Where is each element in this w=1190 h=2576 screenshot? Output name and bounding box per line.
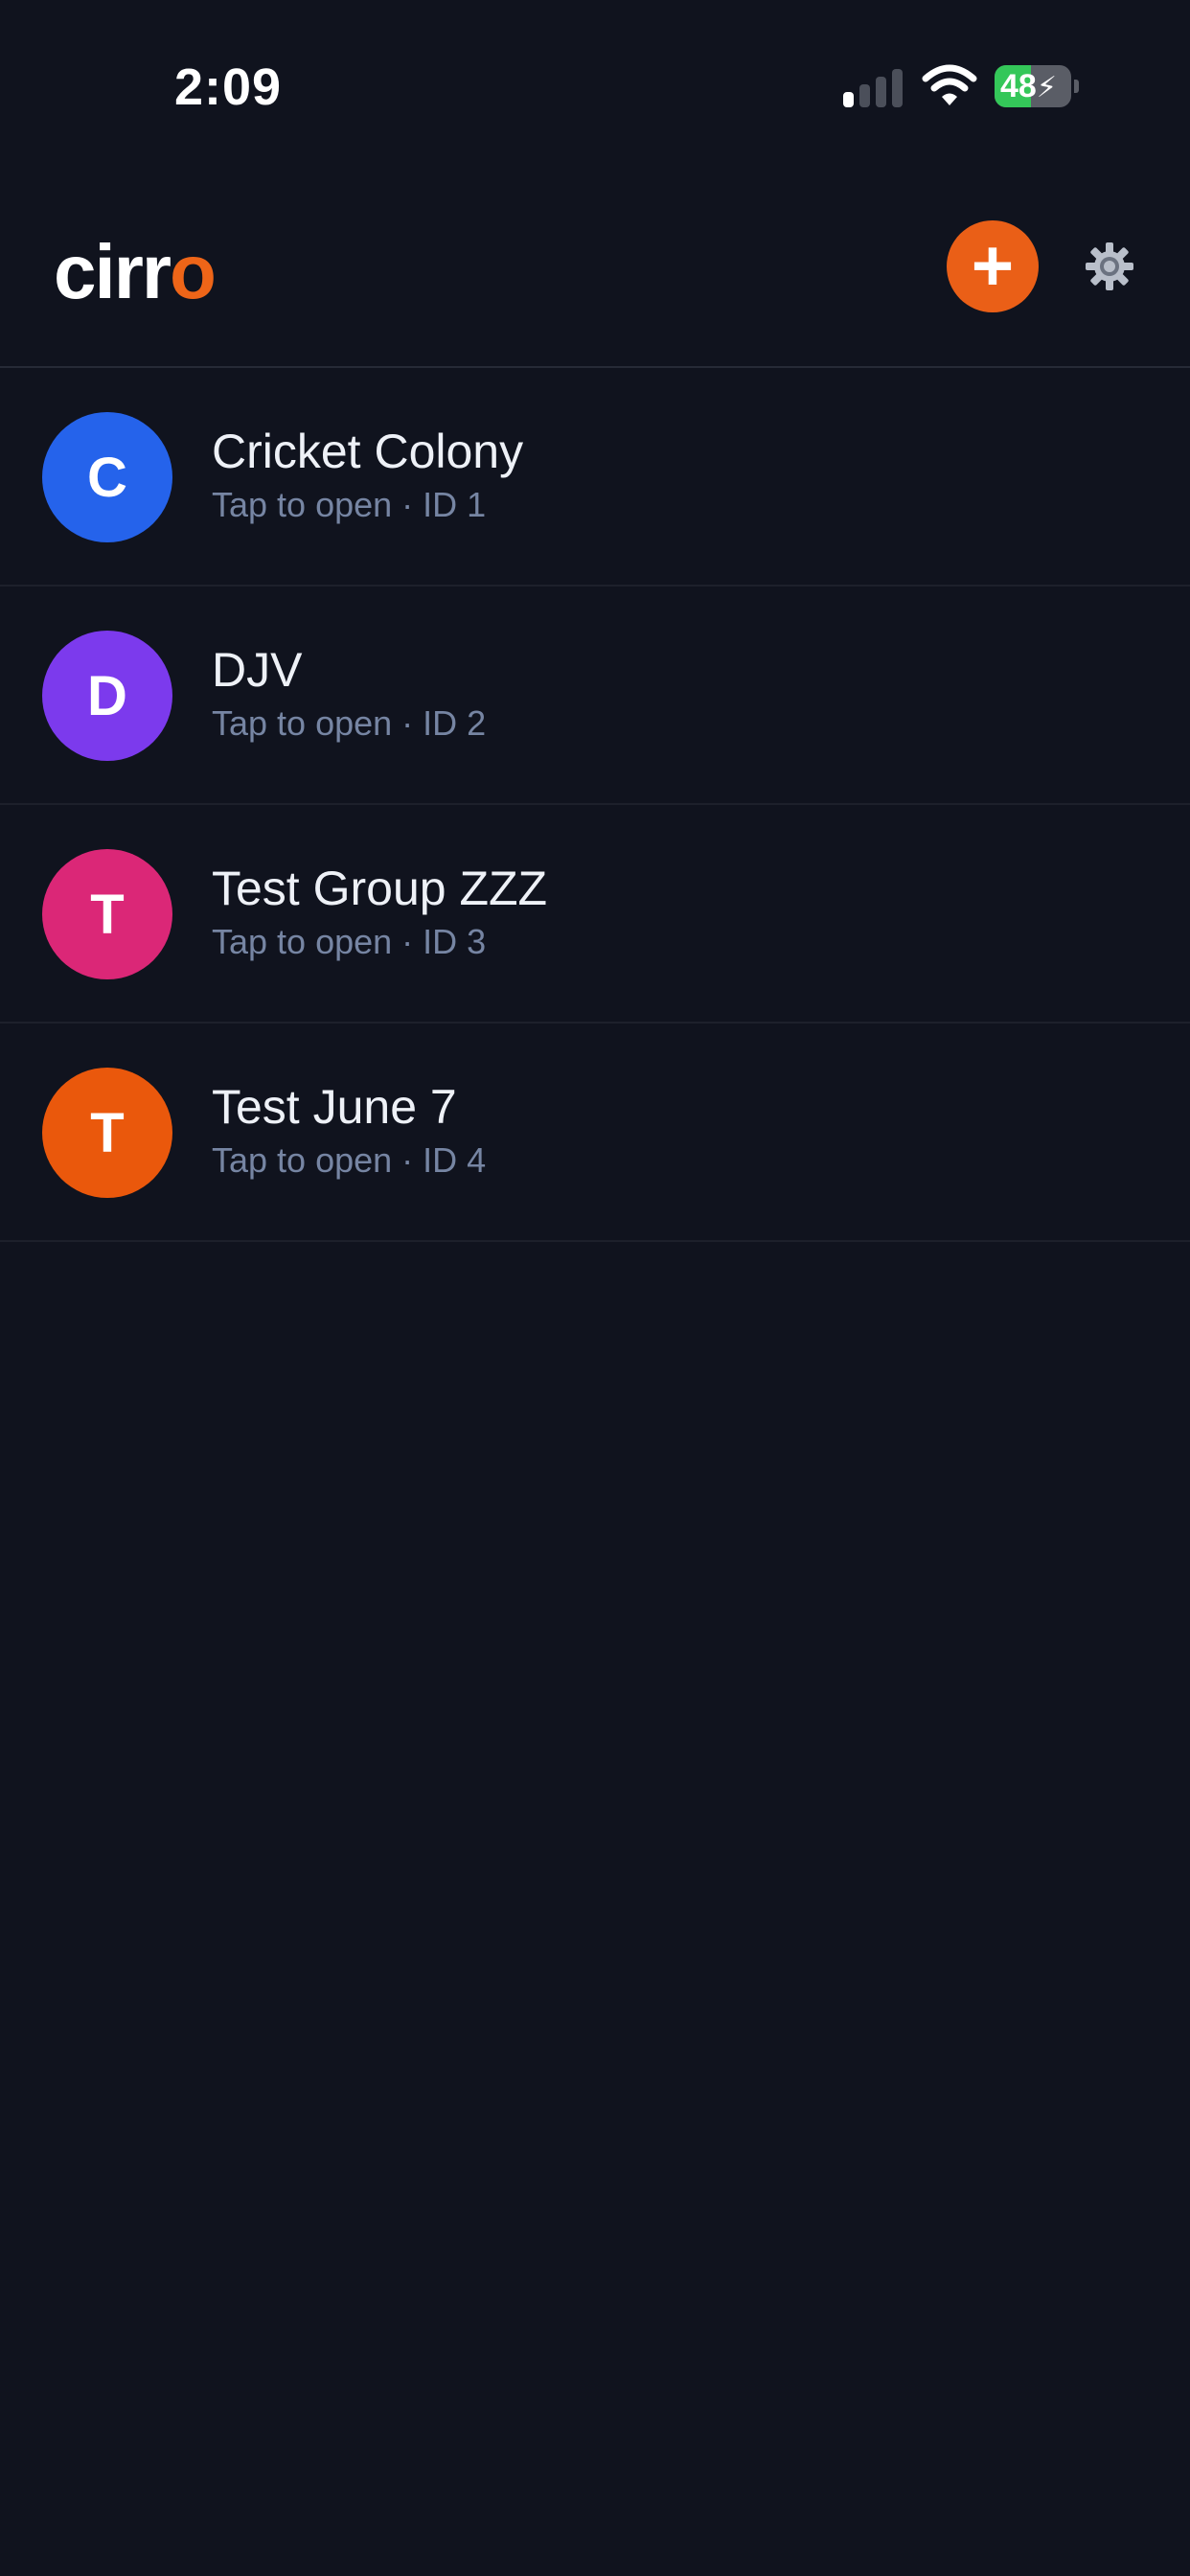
status-time: 2:09 — [174, 58, 283, 116]
group-name: Cricket Colony — [212, 425, 524, 478]
wifi-icon — [922, 63, 977, 107]
group-avatar: T — [42, 849, 172, 979]
battery-body: 48⚡ — [995, 65, 1071, 107]
settings-button[interactable] — [1081, 238, 1138, 295]
status-bar: 2:09 48⚡ — [0, 0, 1190, 172]
logo-main: cirr — [54, 229, 172, 314]
group-subtitle: Tap to open · ID 1 — [212, 485, 487, 524]
avatar-initial: T — [90, 883, 125, 946]
signal-bar — [876, 77, 886, 107]
battery-cap — [1074, 80, 1079, 93]
plus-icon: + — [971, 225, 1015, 307]
group-name: Test Group ZZZ — [212, 862, 548, 915]
avatar-initial: T — [90, 1101, 125, 1164]
group-subtitle: Tap to open · ID 2 — [212, 703, 487, 743]
signal-bar — [892, 69, 903, 107]
signal-bar — [859, 84, 870, 107]
group-avatar: C — [42, 412, 172, 542]
charging-bolt-icon: ⚡ — [1036, 72, 1057, 104]
group-subtitle: Tap to open · ID 4 — [212, 1140, 487, 1180]
group-row[interactable]: T Test Group ZZZ Tap to open · ID 3 — [0, 805, 1190, 1024]
group-avatar: D — [42, 631, 172, 761]
avatar-initial: C — [87, 446, 127, 509]
group-row[interactable]: T Test June 7 Tap to open · ID 4 — [0, 1024, 1190, 1242]
signal-bar — [843, 92, 854, 107]
cellular-signal-icon — [843, 67, 904, 107]
add-group-button[interactable]: + — [947, 220, 1039, 312]
group-name: Test June 7 — [212, 1080, 457, 1134]
group-name: DJV — [212, 643, 303, 697]
group-row[interactable]: C Cricket Colony Tap to open · ID 1 — [0, 368, 1190, 586]
group-list: C Cricket Colony Tap to open · ID 1 D DJ… — [0, 368, 1190, 1242]
cirro-logo: cirro — [54, 224, 217, 320]
battery-indicator: 48⚡ — [995, 65, 1081, 107]
battery-percent: 48 — [1000, 68, 1037, 104]
app-header: cirro + — [0, 192, 1190, 368]
group-subtitle: Tap to open · ID 3 — [212, 922, 487, 961]
avatar-initial: D — [87, 664, 127, 727]
group-avatar: T — [42, 1068, 172, 1198]
logo-accent: o — [169, 229, 217, 314]
gear-icon — [1086, 242, 1133, 290]
group-row[interactable]: D DJV Tap to open · ID 2 — [0, 586, 1190, 805]
